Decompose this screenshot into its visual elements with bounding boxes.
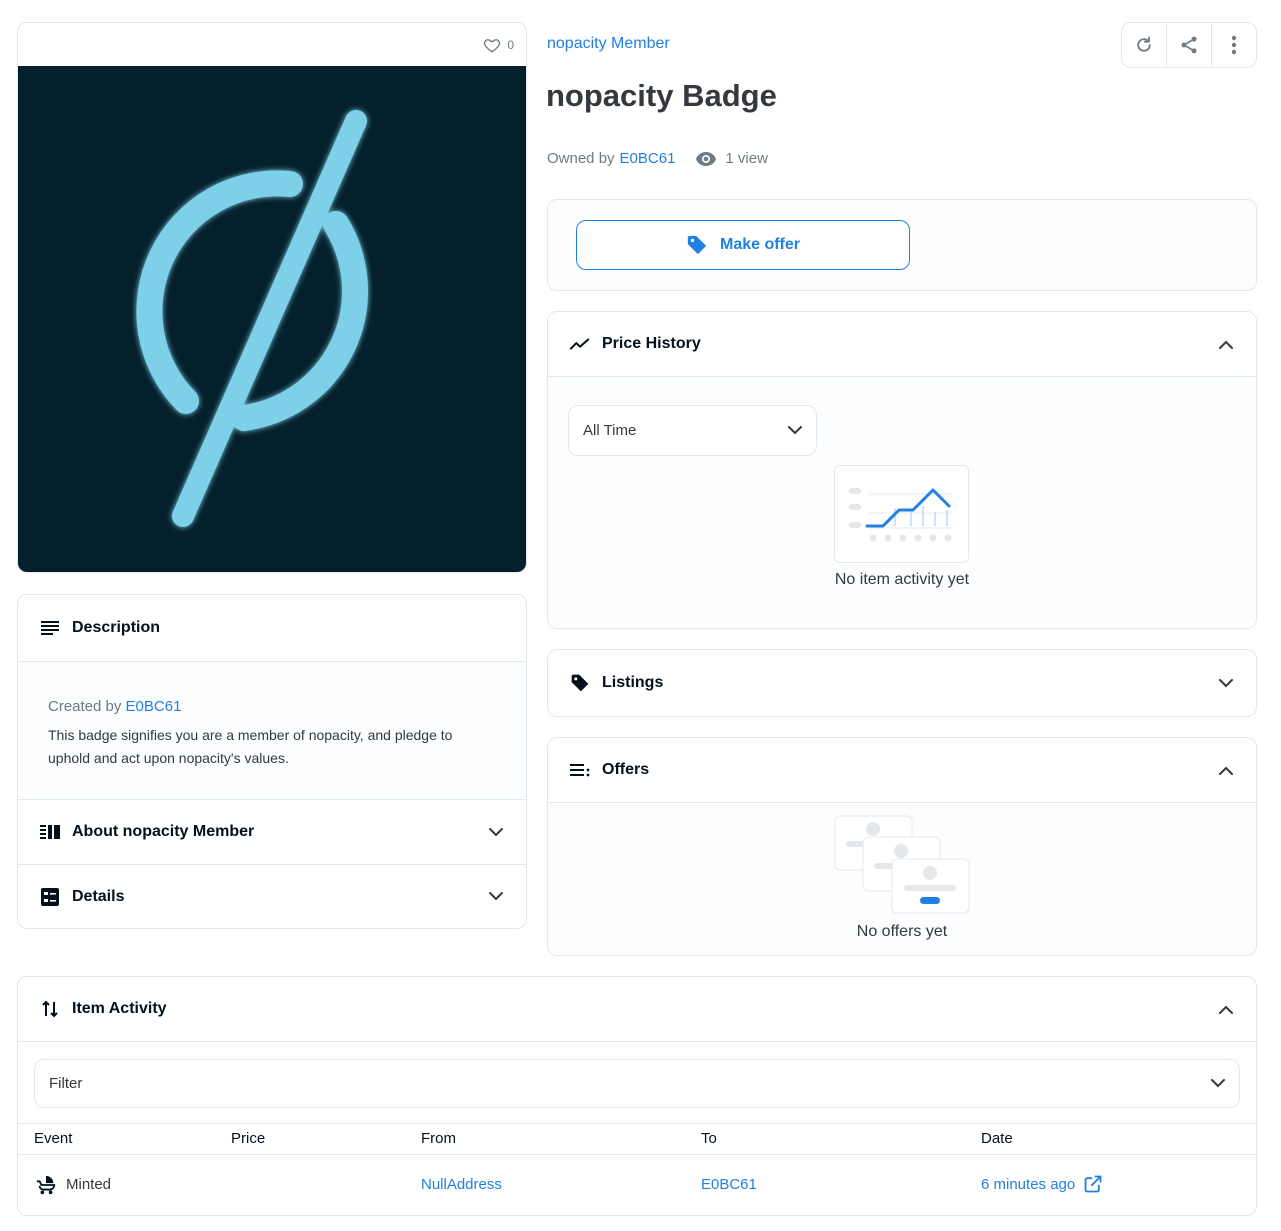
chevron-down-icon <box>488 824 504 840</box>
owner-prefix: Owned by <box>547 150 615 167</box>
no-activity-text: No item activity yet <box>834 571 970 588</box>
no-offers-illustration <box>834 815 970 915</box>
price-history-body: All Time No item activity yet <box>548 376 1256 628</box>
event-name: Minted <box>66 1176 112 1193</box>
tag-icon <box>570 673 590 693</box>
about-collection-title: About nopacity Member <box>72 823 255 840</box>
item-activity-body: Filter Event Price From To Date Minted N… <box>18 1041 1256 1215</box>
heart-icon[interactable] <box>483 36 501 54</box>
offers-body: No offers yet <box>548 802 1256 955</box>
share-icon <box>1179 35 1199 55</box>
listings-title: Listings <box>602 674 664 691</box>
no-activity-illustration <box>834 465 969 563</box>
details-icon <box>40 887 60 907</box>
listings-header[interactable]: Listings <box>548 650 1256 716</box>
nopacity-logo <box>136 110 368 527</box>
date-link[interactable]: 6 minutes ago <box>981 1174 1103 1194</box>
description-header: Description <box>18 595 526 661</box>
created-by-line: Created by E0BC61 <box>48 698 496 715</box>
about-icon <box>40 822 60 842</box>
activity-table-header: Event Price From To Date <box>18 1124 1256 1155</box>
description-icon <box>40 618 60 638</box>
image-card-header: 0 <box>18 23 526 66</box>
chevron-up-icon[interactable] <box>1218 336 1234 352</box>
make-offer-button[interactable]: Make offer <box>576 220 910 270</box>
description-title: Description <box>72 619 161 636</box>
activity-table: Event Price From To Date Minted NullAddr… <box>18 1123 1256 1215</box>
price-history-header[interactable]: Price History <box>548 312 1256 376</box>
description-panel: Description Created by E0BC61 This badge… <box>17 594 527 929</box>
page-title: nopacity Badge <box>546 78 777 113</box>
owner-link[interactable]: E0BC61 <box>620 150 676 167</box>
refresh-button[interactable] <box>1122 23 1167 67</box>
price-history-panel: Price History All Time No item activity … <box>547 311 1257 629</box>
chevron-up-icon[interactable] <box>1218 762 1234 778</box>
table-row: Minted NullAddress E0BC61 6 minutes ago <box>18 1155 1256 1215</box>
time-range-select[interactable]: All Time <box>568 405 817 456</box>
time-range-value: All Time <box>583 422 637 439</box>
list-icon <box>570 760 590 780</box>
details-title: Details <box>72 887 125 905</box>
owner-line: Owned by E0BC61 1 view <box>547 150 768 167</box>
eye-icon <box>695 151 717 167</box>
tag-icon <box>686 234 708 256</box>
chevron-up-icon[interactable] <box>1218 1001 1234 1017</box>
chevron-down-icon[interactable] <box>1218 675 1234 691</box>
chevron-down-icon <box>1211 1079 1225 1088</box>
col-event: Event <box>34 1130 73 1147</box>
col-to: To <box>701 1130 717 1147</box>
chevron-down-icon <box>488 889 504 905</box>
refresh-icon <box>1134 35 1154 55</box>
to-link[interactable]: E0BC61 <box>701 1176 757 1193</box>
view-count: 1 view <box>725 150 768 167</box>
col-price: Price <box>231 1130 266 1147</box>
make-offer-label: Make offer <box>719 236 801 253</box>
collection-link[interactable]: nopacity Member <box>547 35 670 53</box>
chevron-down-icon <box>788 426 802 435</box>
listings-panel: Listings <box>547 649 1257 717</box>
item-activity-title: Item Activity <box>72 1000 167 1017</box>
like-count: 0 <box>507 37 514 52</box>
trade-station: Make offer <box>547 199 1257 291</box>
description-text: This badge signifies you are a member of… <box>48 727 453 766</box>
activity-filter-select[interactable]: Filter <box>34 1059 1240 1108</box>
share-button[interactable] <box>1167 23 1212 67</box>
item-activity-panel: Item Activity Filter Event Price From To… <box>17 976 1257 1216</box>
col-date: Date <box>981 1130 1013 1147</box>
asset-image[interactable] <box>18 66 526 572</box>
creator-link[interactable]: E0BC61 <box>126 698 182 715</box>
details-header[interactable]: Details <box>18 864 526 928</box>
asset-image-card: 0 <box>17 22 527 573</box>
action-button-group <box>1121 22 1257 68</box>
more-button[interactable] <box>1212 23 1256 67</box>
offers-header[interactable]: Offers <box>548 738 1256 802</box>
offers-panel: Offers No offers yet <box>547 737 1257 956</box>
trending-icon <box>570 334 590 354</box>
from-link[interactable]: NullAddress <box>421 1176 502 1193</box>
stroller-icon <box>35 1174 57 1196</box>
external-link-icon <box>1083 1174 1103 1194</box>
about-collection-header[interactable]: About nopacity Member <box>18 799 526 864</box>
swap-icon <box>40 999 60 1019</box>
offers-title: Offers <box>602 761 650 778</box>
activity-filter-placeholder: Filter <box>49 1075 83 1092</box>
col-from: From <box>421 1130 456 1147</box>
price-history-title: Price History <box>602 335 701 352</box>
created-by-prefix: Created by <box>48 698 122 715</box>
date-text: 6 minutes ago <box>981 1175 1076 1193</box>
more-icon <box>1231 35 1237 55</box>
no-offers-text: No offers yet <box>856 923 948 940</box>
item-activity-header[interactable]: Item Activity <box>18 977 1256 1041</box>
description-body: Created by E0BC61 This badge signifies y… <box>18 661 526 799</box>
